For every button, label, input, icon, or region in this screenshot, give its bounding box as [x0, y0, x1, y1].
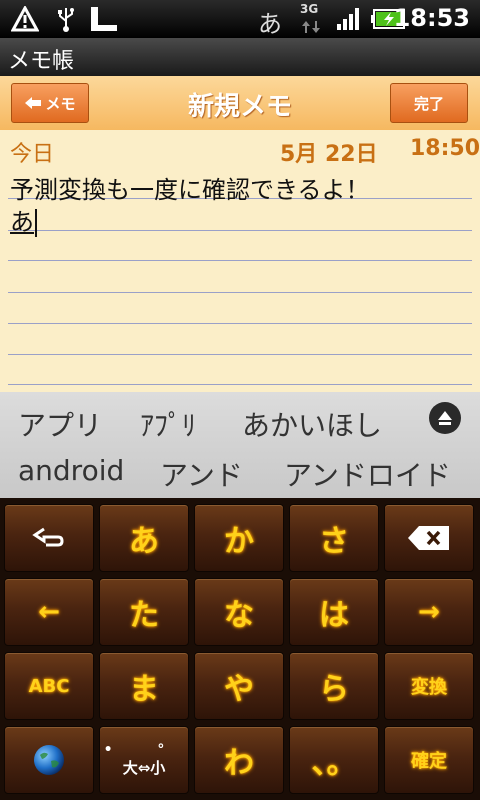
signal-icon: [334, 4, 364, 34]
key-undo[interactable]: [4, 504, 94, 572]
candidate-bar: アプリ ｱﾌﾟﾘ あかいほし android アンド アンドロイド: [0, 392, 480, 498]
key-convert[interactable]: 変換: [384, 652, 474, 720]
candidate-item[interactable]: アンドロイド: [284, 454, 451, 494]
ime-indicator: あ: [258, 10, 282, 38]
key-ra[interactable]: ら: [289, 652, 379, 720]
key-ya[interactable]: や: [194, 652, 284, 720]
key-size-toggle[interactable]: • ° 大⇔小: [99, 726, 189, 794]
key-backspace[interactable]: [384, 504, 474, 572]
undo-icon: [32, 527, 66, 549]
key-cursor-left[interactable]: ←: [4, 578, 94, 646]
globe-icon: [32, 743, 66, 777]
key-sa[interactable]: さ: [289, 504, 379, 572]
key-punctuation[interactable]: 、。: [289, 726, 379, 794]
memo-text-line[interactable]: 予測変換も一度に確認できるよ！: [10, 170, 370, 205]
ruled-line: [8, 354, 472, 355]
app-title: メモ帳: [8, 49, 75, 74]
composing-text: あ: [10, 208, 34, 236]
text-cursor: [35, 209, 37, 237]
clock: 18:53: [393, 4, 470, 32]
app-title-bar: メモ帳: [0, 38, 480, 76]
memo-date: 5月 22日: [280, 142, 378, 167]
candidate-item[interactable]: アプリ: [18, 404, 102, 444]
key-ta[interactable]: た: [99, 578, 189, 646]
key-ka[interactable]: か: [194, 504, 284, 572]
usb-icon: [54, 4, 78, 34]
ruled-line: [8, 292, 472, 293]
memo-time: 18:50: [410, 136, 480, 161]
candidate-item[interactable]: android: [18, 454, 124, 487]
chevron-up-icon: [435, 408, 455, 428]
memo-text-line-current[interactable]: あ: [10, 202, 37, 237]
candidate-item[interactable]: ｱﾌﾟﾘ: [140, 404, 196, 444]
ruled-line: [8, 323, 472, 324]
sd-card-icon: [88, 4, 120, 34]
candidate-item[interactable]: アンド: [160, 454, 243, 494]
date-today-label: 今日: [10, 142, 55, 167]
key-wa[interactable]: わ: [194, 726, 284, 794]
status-bar: あ 3G 18:53: [0, 0, 480, 38]
warning-icon: [10, 4, 40, 34]
ruled-line: [8, 230, 472, 231]
key-ma[interactable]: ま: [99, 652, 189, 720]
dakuten-icon: • °: [103, 741, 185, 758]
key-abc-mode[interactable]: ABC: [4, 652, 94, 720]
key-ha[interactable]: は: [289, 578, 379, 646]
expand-candidates-button[interactable]: [429, 402, 461, 434]
key-na[interactable]: な: [194, 578, 284, 646]
candidate-item[interactable]: あかいほし: [242, 404, 382, 444]
key-a[interactable]: あ: [99, 504, 189, 572]
key-language[interactable]: [4, 726, 94, 794]
size-toggle-label: 大⇔小: [122, 758, 166, 777]
memo-header: メモ 新規メモ 完了: [0, 76, 480, 130]
backspace-icon: [407, 525, 451, 551]
keyboard: あ か さ ← た な は → ABC ま や ら 変換 • ° 大⇔小 わ 、…: [0, 498, 480, 800]
network-type-label: 3G: [300, 2, 319, 16]
done-button[interactable]: 完了: [390, 83, 468, 123]
memo-editor[interactable]: 今日 5月 22日 18:50 予測変換も一度に確認できるよ！ あ: [0, 130, 480, 392]
ruled-line: [8, 384, 472, 385]
memo-date-row: 今日 5月 22日 18:50: [0, 134, 480, 167]
key-confirm[interactable]: 確定: [384, 726, 474, 794]
key-cursor-right[interactable]: →: [384, 578, 474, 646]
data-activity-icon: [300, 18, 322, 36]
ruled-line: [8, 260, 472, 261]
